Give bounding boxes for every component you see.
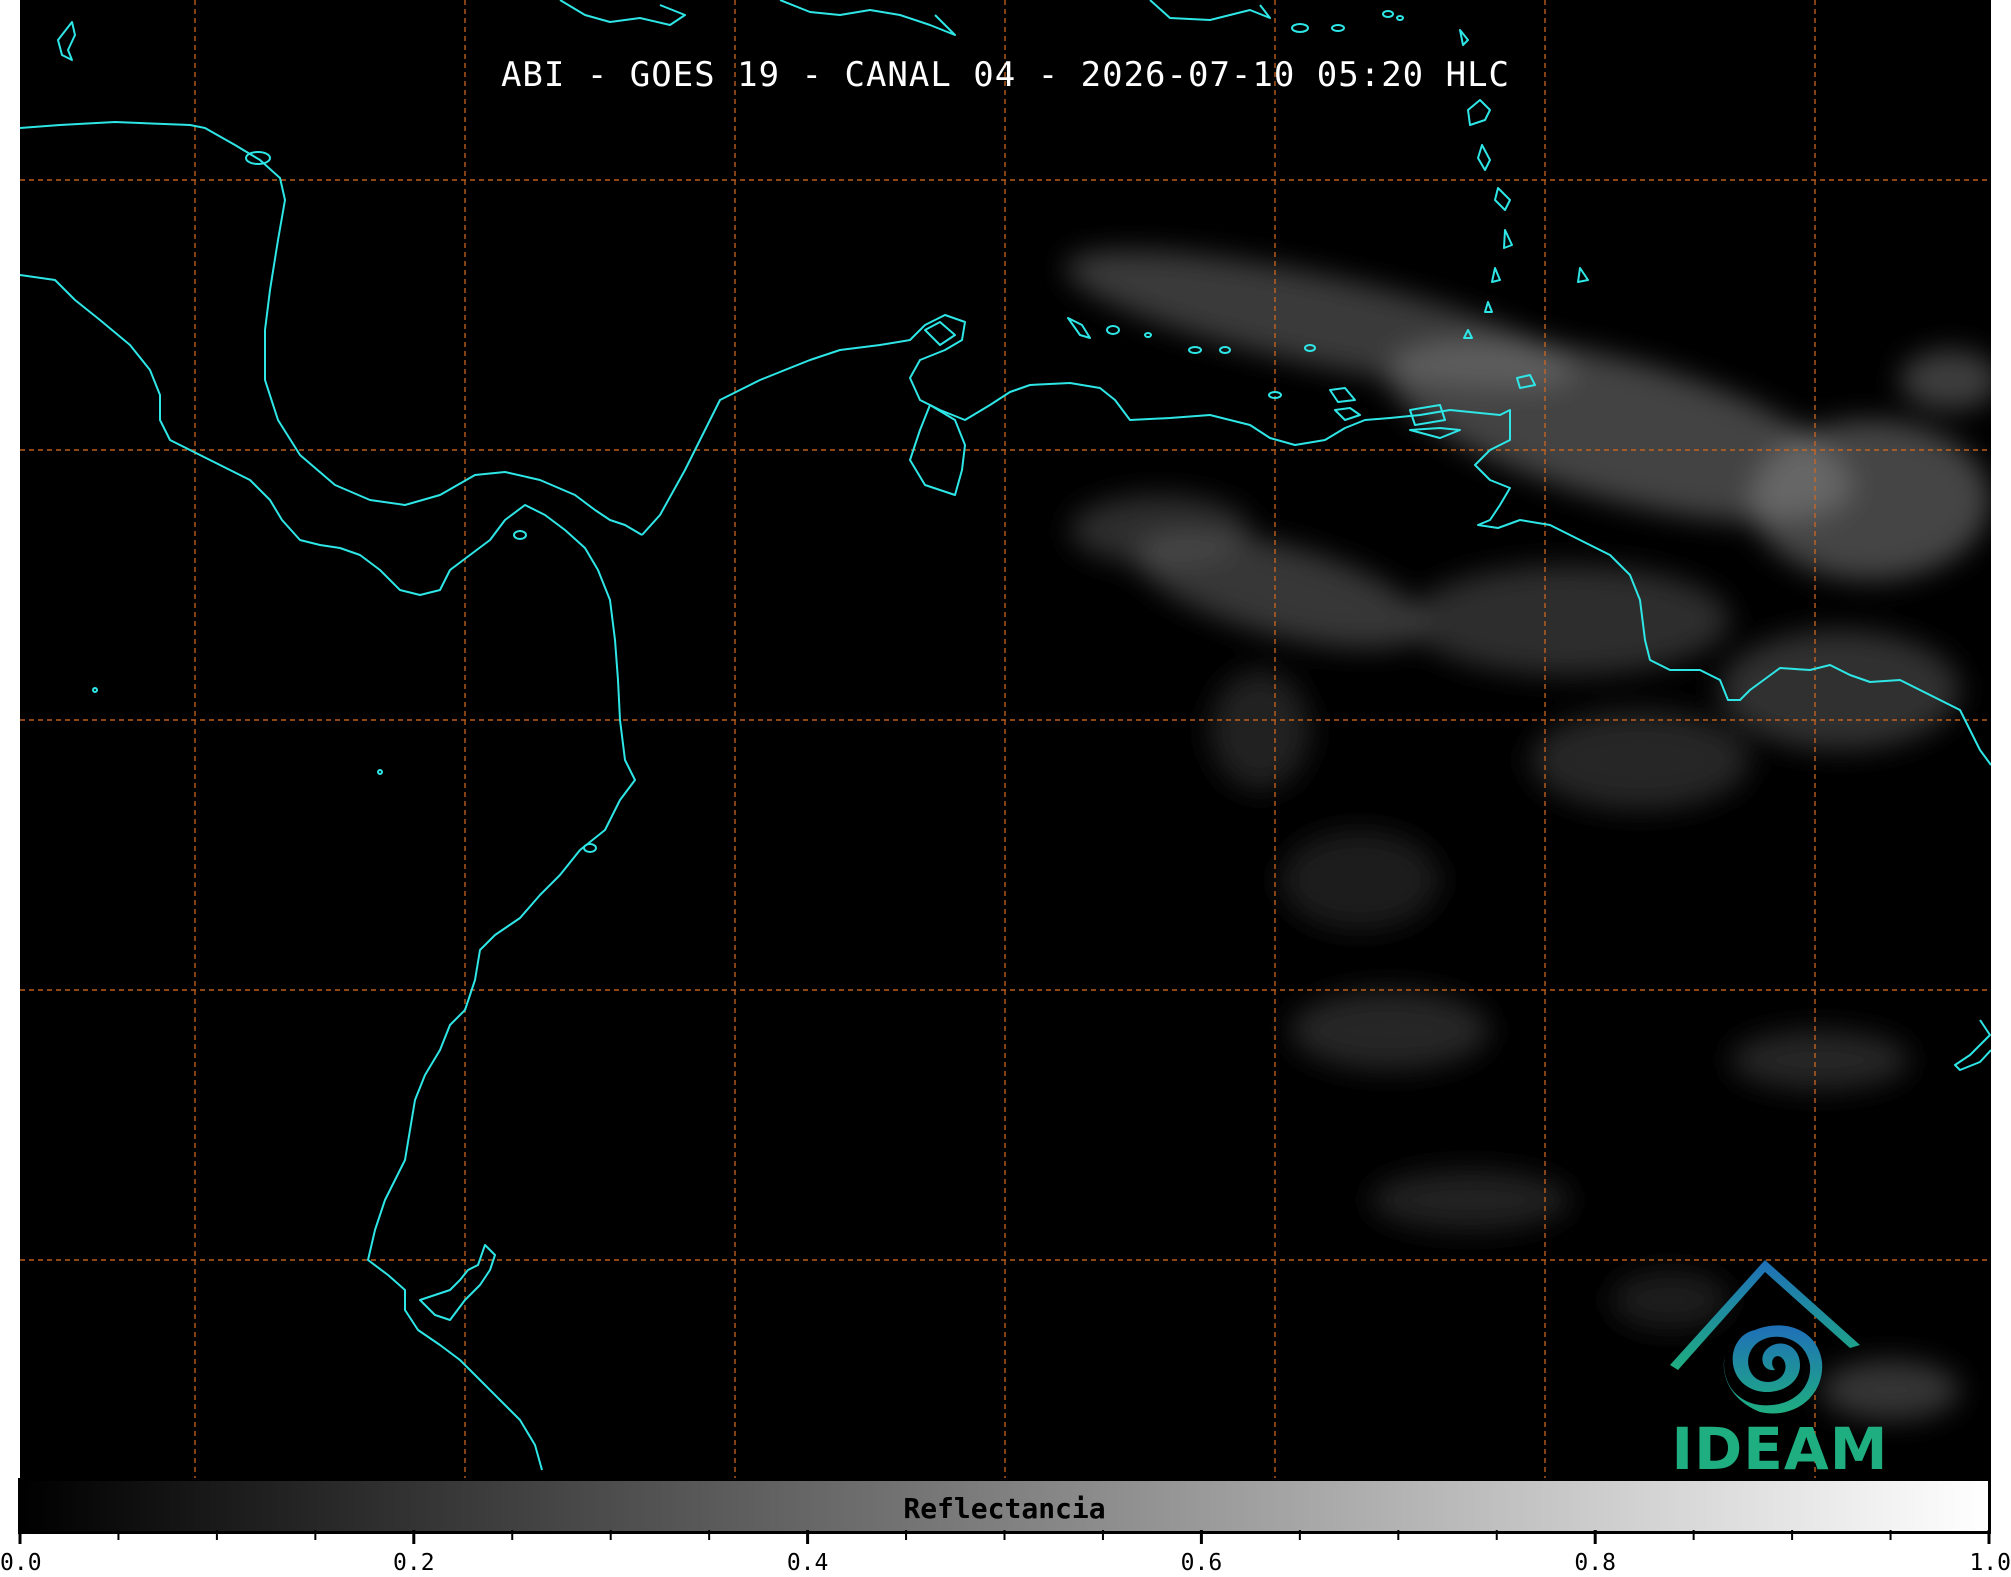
tick-label: 0.6 [1181, 1550, 1223, 1576]
tick-label: 0.8 [1574, 1550, 1616, 1576]
cloud-cover [1065, 250, 1991, 1420]
colorbar: Reflectancia [18, 1478, 1991, 1534]
tick-label: 0.0 [0, 1550, 42, 1576]
ideam-logo: IDEAM [1660, 1250, 1900, 1478]
colorbar-label: Reflectancia [903, 1492, 1106, 1525]
logo-text: IDEAM [1671, 1415, 1889, 1478]
tick-label: 0.4 [787, 1550, 829, 1576]
satellite-image: ABI - GOES 19 - CANAL 04 - 2026-07-10 05… [20, 0, 1991, 1478]
logo-emblem-icon [1670, 1260, 1860, 1414]
tick-label: 0.2 [393, 1550, 435, 1576]
map-title: ABI - GOES 19 - CANAL 04 - 2026-07-10 05… [500, 55, 1511, 95]
tick-label: 1.0 [1969, 1550, 2011, 1576]
colorbar-ticks: 0.0 0.2 0.4 0.6 0.8 1.0 [0, 1530, 2011, 1576]
